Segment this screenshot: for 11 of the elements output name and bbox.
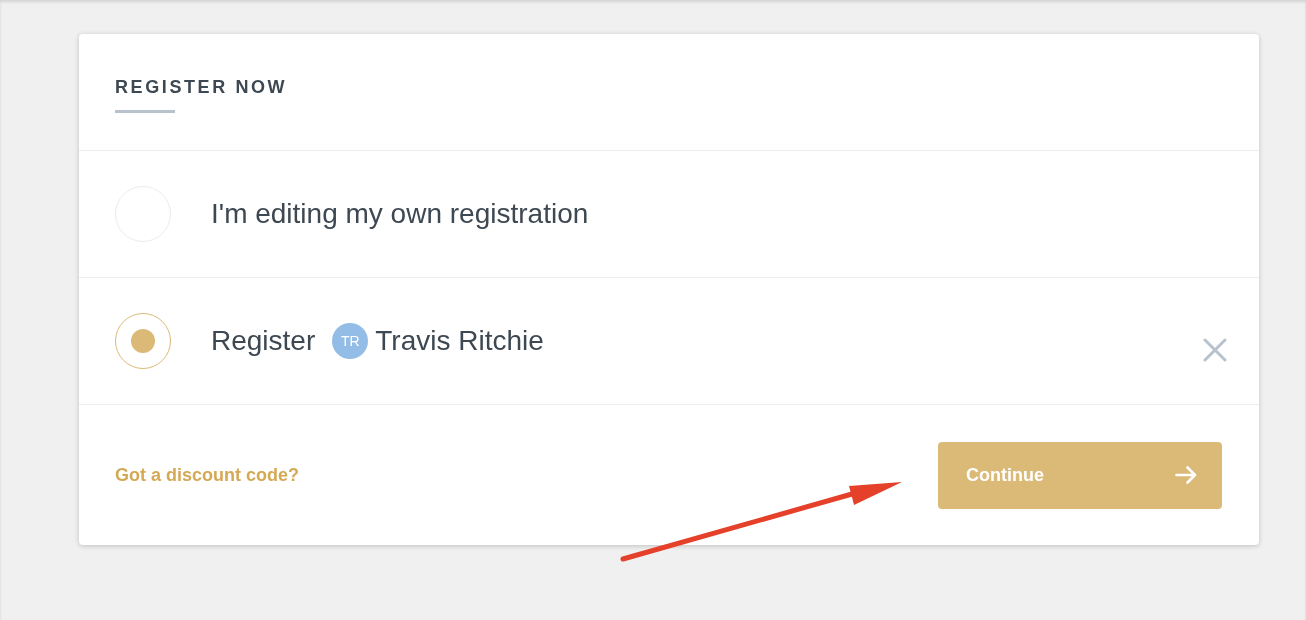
radio-button[interactable] [115, 313, 171, 369]
arrow-right-icon [1175, 466, 1197, 484]
user-avatar: TR [332, 323, 369, 359]
option-label: I'm editing my own registration [211, 197, 589, 231]
title-underline [115, 110, 175, 113]
person-name: Travis Ritchie [375, 324, 544, 358]
section-title: REGISTER NOW [115, 77, 288, 97]
option-label: Register [211, 324, 316, 358]
option-row[interactable]: Register TR Travis Ritchie [79, 278, 1259, 405]
option-row[interactable]: I'm editing my own registration [79, 151, 1259, 278]
close-icon[interactable] [1203, 338, 1227, 362]
